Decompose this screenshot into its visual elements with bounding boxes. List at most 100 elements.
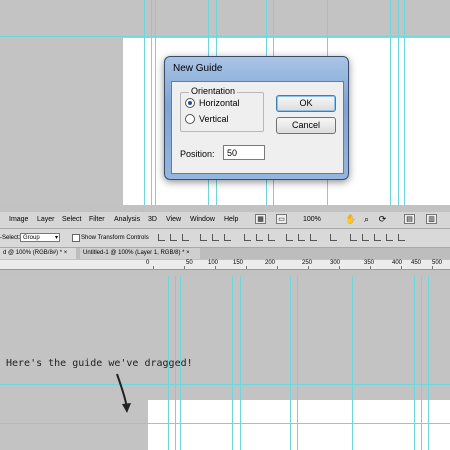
tab-label: d @ 100% (RGB/8#) *: [3, 250, 63, 256]
auto-align-icon[interactable]: [330, 234, 337, 241]
menu-analysis[interactable]: Analysis: [114, 216, 140, 223]
menu-3d[interactable]: 3D: [148, 216, 157, 223]
ruler-tick: [215, 266, 216, 269]
menu-layer[interactable]: Layer: [37, 216, 55, 223]
vertical-guide: [144, 0, 145, 205]
3d-slide-icon[interactable]: [386, 234, 393, 241]
ruler-tick: [153, 266, 154, 269]
3d-rotate-icon[interactable]: [350, 234, 357, 241]
3d-scale-icon[interactable]: [398, 234, 405, 241]
ruler-tick: [432, 266, 433, 269]
ok-button[interactable]: OK: [276, 95, 336, 112]
align-bottom-icon[interactable]: [182, 234, 189, 241]
menu-view[interactable]: View: [166, 216, 181, 223]
zoom-tool-icon[interactable]: ⌕: [361, 214, 372, 224]
orientation-legend: Orientation: [189, 86, 238, 96]
vertical-guide: [352, 276, 353, 450]
horizontal-guide: [0, 423, 450, 424]
position-label: Position:: [180, 149, 215, 159]
vertical-radio[interactable]: Vertical: [185, 114, 229, 124]
rotate-view-icon[interactable]: ⟳: [377, 214, 388, 224]
menu-filter[interactable]: Filter: [89, 216, 105, 223]
auto-select-dropdown[interactable]: Group: [20, 233, 60, 243]
arrange-documents-icon[interactable]: ▤: [404, 214, 415, 224]
zoom-readout[interactable]: 100%: [303, 216, 321, 223]
vertical-label: Vertical: [199, 114, 229, 124]
menu-window[interactable]: Window: [190, 216, 215, 223]
document-tab[interactable]: d @ 100% (RGB/8#) * ×: [0, 248, 76, 259]
ruler-tick: [277, 266, 278, 269]
auto-select-label: -Select:: [0, 235, 21, 241]
dialog-title: New Guide: [173, 63, 223, 74]
ruler-label: 200: [265, 260, 276, 266]
dialog-body: Orientation Horizontal Vertical OK Cance…: [171, 81, 344, 174]
align-vcenter-icon[interactable]: [170, 234, 177, 241]
vertical-guide: [414, 276, 415, 450]
ruler-tick: [246, 266, 247, 269]
vertical-guide: [240, 276, 241, 450]
ruler-label: 100: [208, 260, 219, 266]
vertical-guide: [390, 0, 391, 205]
align-hcenter-icon[interactable]: [212, 234, 219, 241]
cancel-button[interactable]: Cancel: [276, 117, 336, 134]
horizontal-radio[interactable]: Horizontal: [185, 98, 240, 108]
tab-close-icon[interactable]: ×: [186, 250, 190, 256]
radio-unchecked-icon[interactable]: [185, 114, 195, 124]
options-bar: -Select: Group Show Transform Controls: [0, 229, 450, 248]
arrow-down-icon: [116, 373, 131, 413]
horizontal-guide: [0, 36, 450, 37]
distribute-hcenter-icon[interactable]: [298, 234, 305, 241]
align-right-icon[interactable]: [224, 234, 231, 241]
ruler-label: 450: [411, 260, 422, 266]
ruler-label: 0: [146, 260, 150, 266]
menu-help[interactable]: Help: [224, 216, 238, 223]
align-top-icon[interactable]: [158, 234, 165, 241]
distribute-left-icon[interactable]: [286, 234, 293, 241]
3d-drag-icon[interactable]: [374, 234, 381, 241]
align-left-icon[interactable]: [200, 234, 207, 241]
ruler-tick: [370, 266, 371, 269]
menu-bar: Image Layer Select Filter Analysis 3D Vi…: [0, 212, 450, 229]
document-tab-bar: d @ 100% (RGB/8#) * × Untitled-1 @ 100% …: [0, 248, 450, 259]
ruler-label: 250: [302, 260, 313, 266]
hand-tool-icon[interactable]: ✋: [345, 214, 356, 224]
radio-checked-icon[interactable]: [185, 98, 195, 108]
ruler-tick: [339, 266, 340, 269]
ruler-label: 150: [233, 260, 244, 266]
bridge-icon[interactable]: ▦: [255, 214, 266, 224]
document-tab[interactable]: Untitled-1 @ 100% (Layer 1, RGB/8) * ×: [80, 248, 200, 259]
ruler-tick: [308, 266, 309, 269]
ruler-tick: [401, 266, 402, 269]
tab-close-icon[interactable]: ×: [64, 250, 68, 256]
horizontal-label: Horizontal: [199, 98, 240, 108]
ruler-label: 500: [432, 260, 443, 266]
document-canvas: [148, 400, 450, 450]
tab-label: Untitled-1 @ 100% (Layer 1, RGB/8) *: [83, 250, 185, 256]
annotation-text: Here's the guide we've dragged!: [6, 358, 193, 369]
distribute-top-icon[interactable]: [244, 234, 251, 241]
vertical-guide: [398, 0, 399, 205]
screen-mode-icon[interactable]: ▭: [276, 214, 287, 224]
vertical-guide: [155, 0, 156, 205]
menu-select[interactable]: Select: [62, 216, 81, 223]
show-transform-checkbox[interactable]: [72, 234, 80, 242]
position-input[interactable]: 50: [223, 145, 265, 160]
3d-roll-icon[interactable]: [362, 234, 369, 241]
distribute-vcenter-icon[interactable]: [256, 234, 263, 241]
distribute-bottom-icon[interactable]: [268, 234, 275, 241]
menu-image[interactable]: Image: [9, 216, 28, 223]
vertical-guide: [290, 276, 291, 450]
vertical-guide: [151, 0, 152, 205]
vertical-guide: [297, 276, 298, 450]
distribute-right-icon[interactable]: [310, 234, 317, 241]
new-guide-dialog: New Guide Orientation Horizontal Vertica…: [164, 56, 349, 180]
vertical-guide: [404, 0, 405, 205]
horizontal-ruler[interactable]: 0 50 100 150 200 250 300 350 400 450 500: [0, 260, 450, 270]
dragged-horizontal-guide[interactable]: [0, 384, 450, 385]
vertical-guide: [428, 276, 429, 450]
top-canvas-view: New Guide Orientation Horizontal Vertica…: [0, 0, 450, 205]
orientation-group: Orientation Horizontal Vertical: [180, 86, 264, 132]
show-transform-label: Show Transform Controls: [81, 235, 149, 241]
workspace-icon[interactable]: ▥: [426, 214, 437, 224]
vertical-guide: [232, 276, 233, 450]
